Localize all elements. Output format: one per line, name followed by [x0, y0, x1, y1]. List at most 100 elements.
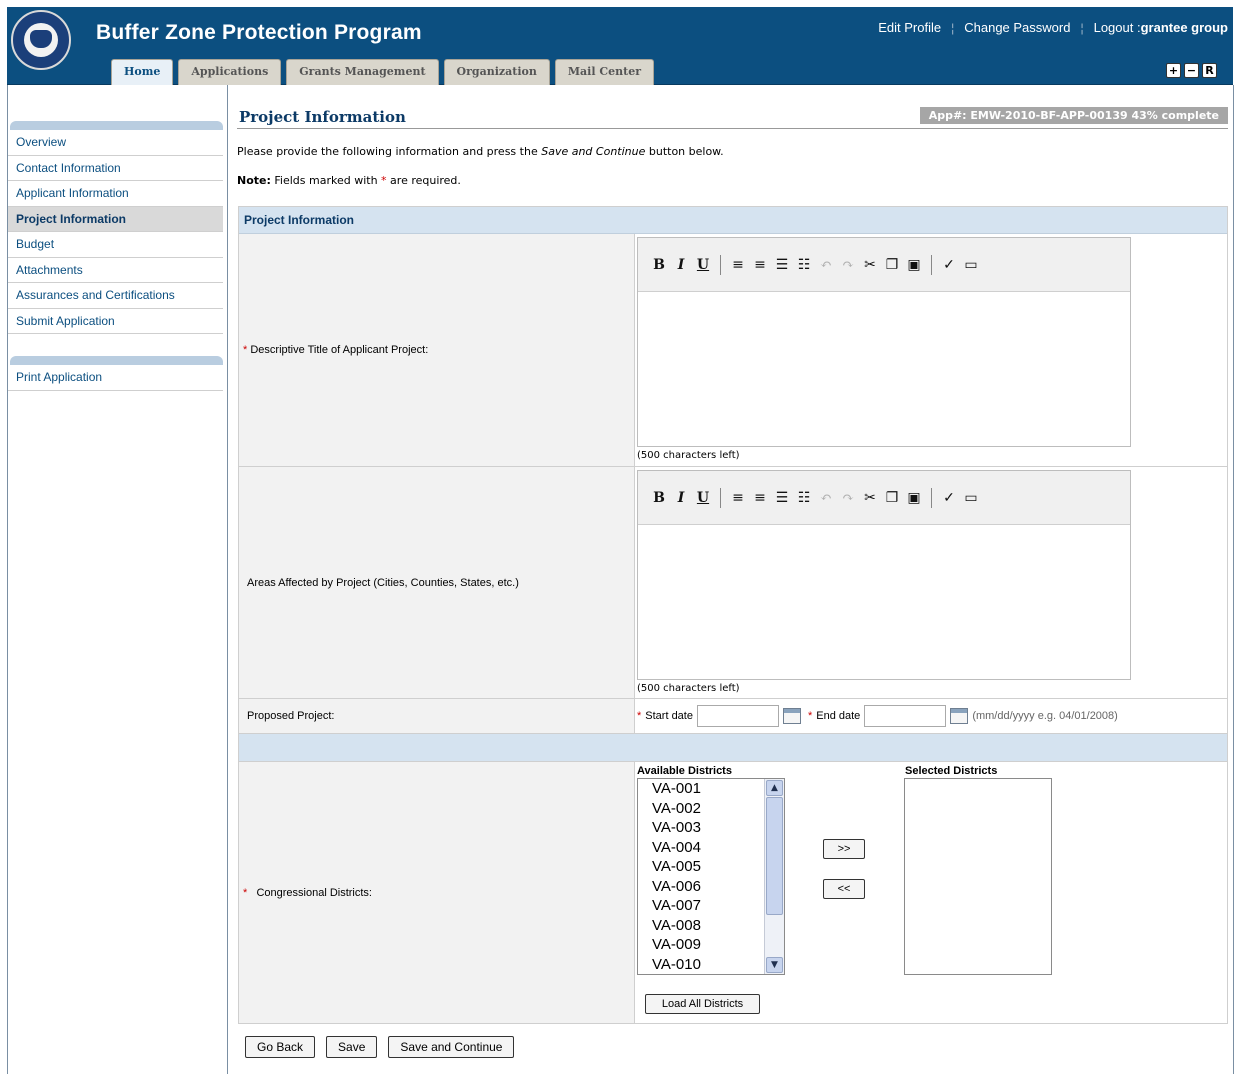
- tab-grants-management[interactable]: Grants Management: [286, 59, 439, 85]
- tab-organization[interactable]: Organization: [443, 59, 550, 85]
- edit-profile-link[interactable]: Edit Profile: [878, 20, 941, 35]
- italic-button[interactable]: I: [670, 257, 692, 273]
- redo-icon[interactable]: ↷: [837, 257, 859, 273]
- date-range: * Start date * End date (mm/dd/yyyy e.g.…: [637, 702, 1225, 730]
- decrease-text-button[interactable]: −: [1184, 63, 1199, 78]
- sidebar-item-assurances[interactable]: Assurances and Certifications: [8, 283, 223, 309]
- page-title: Project Information: [239, 108, 406, 126]
- go-back-button[interactable]: Go Back: [245, 1036, 316, 1058]
- sidebar-item-overview[interactable]: Overview: [8, 130, 223, 156]
- cut-icon[interactable]: ✂: [859, 257, 881, 273]
- tab-applications[interactable]: Applications: [178, 59, 282, 85]
- spellcheck-icon[interactable]: ✓: [938, 257, 960, 273]
- save-and-continue-button[interactable]: Save and Continue: [388, 1036, 515, 1058]
- scroll-down-icon[interactable]: ▼: [766, 957, 783, 973]
- align-center-icon[interactable]: ≡: [749, 490, 771, 506]
- bullet-list-icon[interactable]: ☰: [771, 257, 793, 273]
- copy-icon[interactable]: ❐: [881, 257, 903, 273]
- remove-district-button[interactable]: <<: [823, 879, 865, 899]
- link-separator: ¦: [1080, 20, 1084, 35]
- paste-icon[interactable]: ▣: [903, 490, 925, 506]
- align-left-icon[interactable]: ≡: [727, 257, 749, 273]
- app-title: Buffer Zone Protection Program: [96, 21, 422, 44]
- tab-mail-center[interactable]: Mail Center: [554, 59, 654, 85]
- sidebar-item-applicant-information[interactable]: Applicant Information: [8, 181, 223, 207]
- calendar-icon[interactable]: [782, 708, 801, 724]
- sidebar-item-project-information[interactable]: Project Information: [8, 206, 223, 232]
- district-option[interactable]: VA-009: [638, 935, 784, 955]
- underline-button[interactable]: U: [692, 490, 714, 506]
- fullscreen-icon[interactable]: ▭: [960, 257, 982, 273]
- district-option[interactable]: VA-003: [638, 818, 784, 838]
- scroll-thumb[interactable]: [766, 797, 783, 915]
- increase-text-button[interactable]: +: [1166, 63, 1181, 78]
- required-marker: *: [637, 710, 642, 722]
- cut-icon[interactable]: ✂: [859, 490, 881, 506]
- section-header: Project Information: [239, 207, 1227, 234]
- district-option[interactable]: VA-001: [638, 779, 784, 799]
- reset-text-button[interactable]: R: [1202, 63, 1217, 78]
- underline-button[interactable]: U: [692, 257, 714, 273]
- district-option[interactable]: VA-007: [638, 896, 784, 916]
- save-button[interactable]: Save: [326, 1036, 378, 1058]
- title-label: * Descriptive Title of Applicant Project…: [239, 234, 635, 466]
- dhs-seal-logo: [11, 10, 71, 70]
- section-spacer: [239, 734, 1227, 762]
- sidebar-header-bar: [10, 121, 223, 130]
- note-pre: Fields marked with: [270, 174, 382, 187]
- required-marker: *: [243, 886, 248, 899]
- spellcheck-icon[interactable]: ✓: [938, 490, 960, 506]
- tab-home[interactable]: Home: [111, 59, 174, 85]
- numbered-list-icon[interactable]: ☷: [793, 257, 815, 273]
- undo-icon[interactable]: ↶: [815, 257, 837, 273]
- available-districts-list[interactable]: VA-001 VA-002 VA-003 VA-004 VA-005 VA-00…: [637, 778, 785, 975]
- bullet-list-icon[interactable]: ☰: [771, 490, 793, 506]
- undo-icon[interactable]: ↶: [815, 490, 837, 506]
- app-header: Buffer Zone Protection Program Edit Prof…: [7, 7, 1233, 85]
- sidebar-item-attachments[interactable]: Attachments: [8, 258, 223, 283]
- district-option[interactable]: VA-005: [638, 857, 784, 877]
- italic-button[interactable]: I: [670, 490, 692, 506]
- date-format-hint: (mm/dd/yyyy e.g. 04/01/2008): [972, 710, 1118, 722]
- title-label-text: Descriptive Title of Applicant Project:: [250, 344, 429, 356]
- areas-editor-area[interactable]: [638, 525, 1130, 679]
- load-all-districts-button[interactable]: Load All Districts: [645, 994, 760, 1014]
- district-option[interactable]: VA-008: [638, 916, 784, 936]
- title-editor-area[interactable]: [638, 292, 1130, 446]
- fullscreen-icon[interactable]: ▭: [960, 490, 982, 506]
- paste-icon[interactable]: ▣: [903, 257, 925, 273]
- district-option[interactable]: VA-006: [638, 877, 784, 897]
- calendar-icon[interactable]: [950, 708, 969, 724]
- align-center-icon[interactable]: ≡: [749, 257, 771, 273]
- district-option[interactable]: VA-002: [638, 799, 784, 819]
- start-date-label: Start date: [645, 710, 693, 722]
- copy-icon[interactable]: ❐: [881, 490, 903, 506]
- sidebar-item-print-application[interactable]: Print Application: [8, 365, 223, 391]
- project-information-form: Project Information * Descriptive Title …: [238, 206, 1228, 1024]
- areas-rich-text-editor: B I U ≡ ≡ ☰ ☷ ↶ ↷ ✂ ❐ ▣ ✓ ▭: [637, 470, 1131, 680]
- sidebar-item-budget[interactable]: Budget: [8, 232, 223, 258]
- redo-icon[interactable]: ↷: [837, 490, 859, 506]
- sidebar-item-submit-application[interactable]: Submit Application: [8, 309, 223, 334]
- district-option[interactable]: VA-010: [638, 955, 784, 975]
- sidebar-item-contact-information[interactable]: Contact Information: [8, 156, 223, 181]
- areas-chars-left: (500 characters left): [637, 683, 740, 694]
- bold-button[interactable]: B: [648, 490, 670, 506]
- page-border: [1233, 85, 1234, 1074]
- selected-districts-caption: Selected Districts: [905, 765, 998, 777]
- logout-label[interactable]: Logout :: [1094, 20, 1141, 35]
- add-district-button[interactable]: >>: [823, 839, 865, 859]
- bold-button[interactable]: B: [648, 257, 670, 273]
- align-left-icon[interactable]: ≡: [727, 490, 749, 506]
- district-option[interactable]: VA-004: [638, 838, 784, 858]
- numbered-list-icon[interactable]: ☷: [793, 490, 815, 506]
- start-date-input[interactable]: [696, 705, 779, 727]
- list-scrollbar[interactable]: ▲ ▼: [764, 779, 784, 974]
- end-date-input[interactable]: [864, 705, 947, 727]
- note-post: are required.: [386, 174, 461, 187]
- logout-link[interactable]: Logout :grantee group: [1094, 20, 1228, 35]
- districts-cell: Available Districts VA-001 VA-002 VA-003…: [635, 762, 1227, 1023]
- scroll-up-icon[interactable]: ▲: [766, 780, 783, 796]
- change-password-link[interactable]: Change Password: [964, 20, 1070, 35]
- selected-districts-list[interactable]: [904, 778, 1052, 975]
